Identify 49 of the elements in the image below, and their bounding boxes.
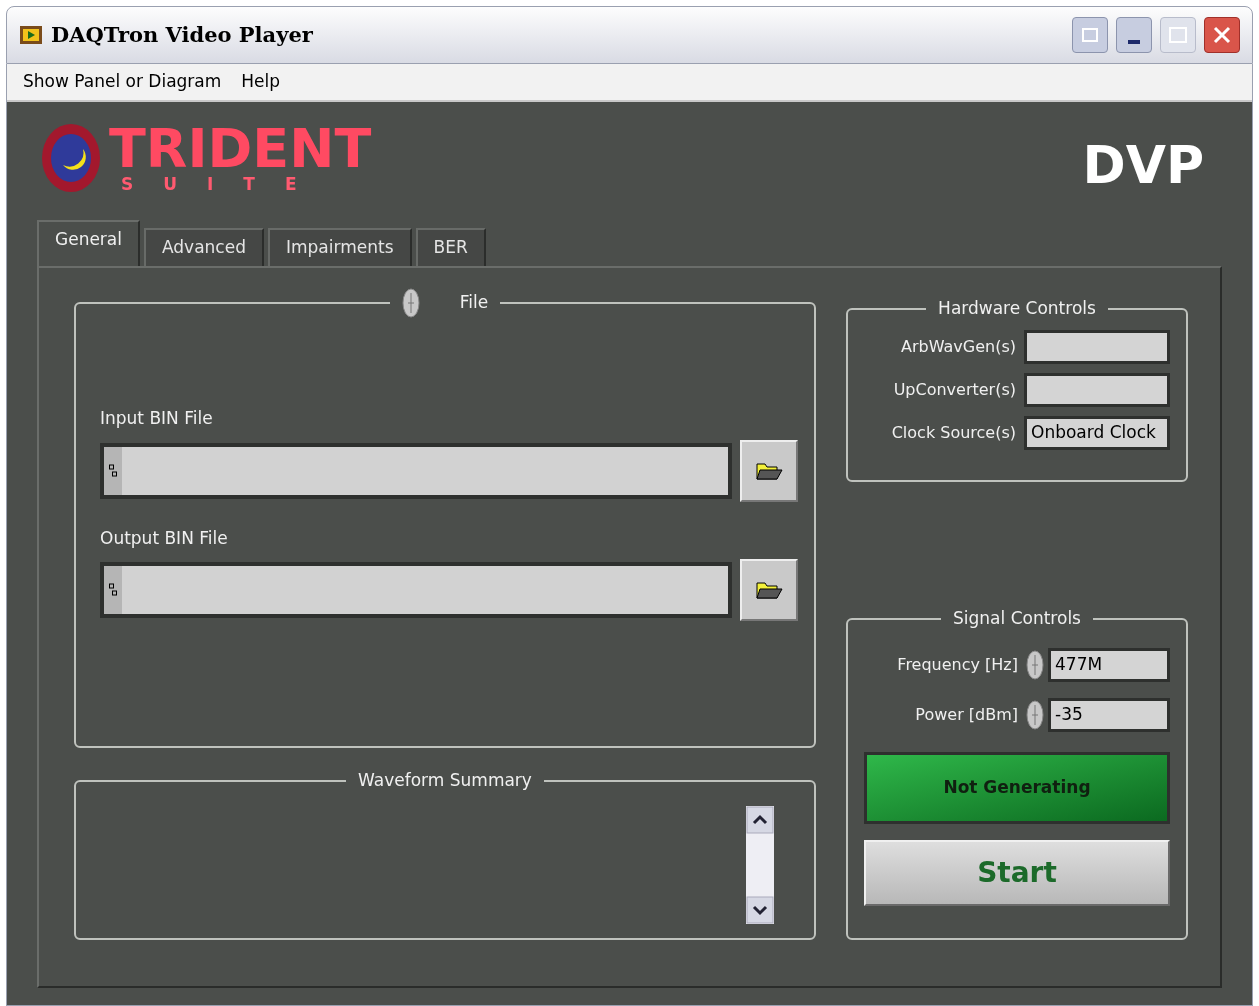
path-icon bbox=[109, 463, 117, 478]
start-button[interactable]: Start bbox=[864, 839, 1170, 906]
control-label: Power [dBm] bbox=[915, 703, 1019, 726]
control-label: Frequency [Hz] bbox=[897, 653, 1019, 676]
numeric-field[interactable]: -35 bbox=[1048, 697, 1170, 732]
control-label: UpConverter(s) bbox=[893, 378, 1016, 401]
app-name-label: DVP bbox=[1082, 134, 1205, 197]
tab[interactable]: General bbox=[37, 220, 140, 266]
tab[interactable]: Impairments bbox=[268, 228, 412, 266]
close-icon bbox=[1213, 26, 1231, 44]
value-field[interactable] bbox=[1024, 372, 1170, 407]
window-title: DAQTron Video Player bbox=[51, 21, 313, 50]
app-icon bbox=[19, 24, 43, 46]
menu-item[interactable]: Help bbox=[241, 69, 281, 95]
minimize-button[interactable] bbox=[1116, 17, 1152, 53]
browse-button[interactable] bbox=[740, 439, 798, 502]
maximize-icon bbox=[1169, 27, 1187, 43]
control-label: ArbWavGen(s) bbox=[901, 335, 1016, 358]
group-title: Hardware Controls bbox=[938, 297, 1096, 320]
scroll-up-icon[interactable] bbox=[746, 805, 774, 834]
group-title: Signal Controls bbox=[953, 607, 1081, 630]
field-label: Input BIN File bbox=[100, 407, 214, 430]
restore-button[interactable] bbox=[1072, 17, 1108, 53]
numeric-field[interactable]: 477M bbox=[1048, 647, 1170, 682]
minimize-icon bbox=[1128, 40, 1140, 44]
tab[interactable]: BER bbox=[415, 228, 486, 266]
path-icon bbox=[109, 583, 117, 597]
menu-item[interactable]: Show Panel or Diagram bbox=[23, 69, 222, 95]
folder-icon bbox=[755, 460, 783, 481]
logo-subtitle: SUITE bbox=[120, 176, 328, 193]
value-field[interactable] bbox=[1024, 329, 1170, 364]
close-button[interactable] bbox=[1204, 17, 1240, 53]
value-field[interactable]: Onboard Clock bbox=[1024, 415, 1170, 450]
field-label: Output BIN File bbox=[100, 526, 229, 550]
logo-title: TRIDENT bbox=[109, 122, 372, 176]
scroll-down-icon[interactable] bbox=[746, 895, 774, 924]
control-label: Clock Source(s) bbox=[891, 421, 1016, 444]
tab[interactable]: Advanced bbox=[144, 228, 264, 266]
logo-icon bbox=[41, 122, 101, 193]
path-field[interactable] bbox=[100, 442, 732, 499]
scrollbar[interactable] bbox=[746, 805, 774, 924]
window-icon bbox=[1082, 28, 1098, 42]
group-title: Waveform Summary bbox=[358, 769, 532, 792]
ring-selector-icon[interactable] bbox=[401, 288, 420, 318]
folder-icon bbox=[755, 580, 783, 600]
path-field[interactable] bbox=[100, 562, 732, 618]
status-indicator: Not Generating bbox=[864, 751, 1170, 824]
browse-button[interactable] bbox=[740, 559, 798, 621]
group-title: File bbox=[459, 291, 489, 315]
